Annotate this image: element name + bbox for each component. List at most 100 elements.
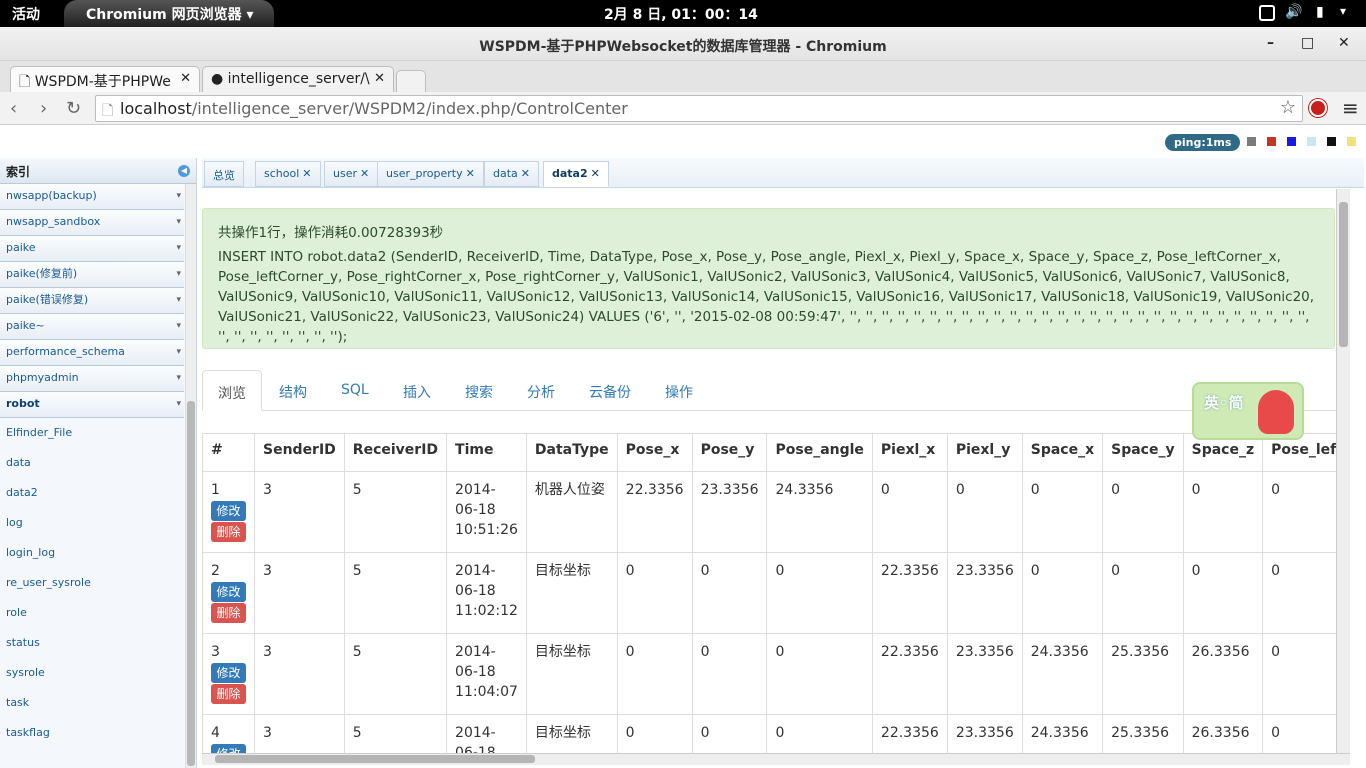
delete-row-button[interactable]: 删除 (211, 684, 246, 704)
theme-swatch[interactable] (1247, 137, 1256, 146)
expand-arrow-icon[interactable]: ▾ (176, 236, 181, 260)
column-header[interactable]: SenderID (254, 433, 345, 472)
sidebar-db-3[interactable]: paike(修复前) ▾ (0, 262, 184, 288)
clock[interactable]: 2月 8 日, 01：00：14 (604, 4, 758, 24)
edit-row-button[interactable]: 修改 (211, 744, 246, 753)
edit-row-button[interactable]: 修改 (211, 501, 246, 521)
maximize-button[interactable]: □ (1301, 35, 1314, 51)
column-header[interactable]: Pose_angle (766, 433, 873, 472)
collapse-icon[interactable]: ◀ (178, 165, 190, 177)
sidebar-table-9[interactable]: task (0, 690, 184, 720)
table-tab-0[interactable]: 总览 (204, 161, 244, 187)
content-tab-4[interactable]: 搜索 (450, 370, 508, 411)
vertical-scroll-thumb[interactable] (1339, 202, 1348, 347)
sidebar-table-5[interactable]: re_user_sysrole (0, 570, 184, 600)
close-tab-icon[interactable]: ✕ (521, 167, 530, 180)
sidebar-table-10[interactable]: taskflag (0, 720, 184, 750)
expand-arrow-icon[interactable]: ▾ (176, 366, 181, 390)
column-header[interactable]: Space_x (1021, 433, 1104, 472)
sidebar-db-4[interactable]: paike(错误修复) ▾ (0, 288, 184, 314)
sidebar-db-1[interactable]: nwsapp_sandbox ▾ (0, 210, 184, 236)
delete-row-button[interactable]: 删除 (211, 522, 246, 542)
expand-arrow-icon[interactable]: ▾ (176, 314, 181, 338)
sidebar-table-2[interactable]: data2 (0, 480, 184, 510)
browser-tab-active[interactable]: 🗋 WSPDM-基于PHPWe ✕ (10, 66, 200, 92)
content-tab-7[interactable]: 操作 (650, 370, 708, 411)
power-menu-icon[interactable]: ▾ (1340, 4, 1346, 18)
content-tab-1[interactable]: 结构 (264, 370, 322, 411)
column-header[interactable]: Piexl_x (871, 433, 948, 472)
expand-arrow-icon[interactable]: ▾ (176, 210, 181, 234)
close-tab-icon[interactable]: ✕ (466, 167, 475, 180)
sidebar-db-5[interactable]: paike~ ▾ (0, 314, 184, 340)
close-window-button[interactable]: ✕ (1338, 35, 1350, 51)
close-tab-icon[interactable]: ✕ (360, 167, 369, 180)
content-tab-0[interactable]: 浏览 (202, 370, 262, 411)
sidebar-db-0[interactable]: nwsapp(backup) ▾ (0, 184, 184, 210)
sidebar-table-0[interactable]: Elfinder_File (0, 420, 184, 450)
bookmark-star-icon[interactable]: ☆ (1280, 97, 1296, 118)
table-tab-5[interactable]: data2 ✕ (543, 161, 609, 187)
sidebar-table-8[interactable]: sysrole (0, 660, 184, 690)
theme-swatch[interactable] (1267, 137, 1276, 146)
extension-stop-icon[interactable] (1309, 99, 1327, 117)
sidebar-table-6[interactable]: role (0, 600, 184, 630)
column-header[interactable]: Pose_x (616, 433, 693, 472)
edit-row-button[interactable]: 修改 (211, 582, 246, 602)
close-tab-icon[interactable]: ✕ (374, 71, 385, 86)
sidebar-db-6[interactable]: performance_schema ▾ (0, 340, 184, 366)
table-tab-2[interactable]: user ✕ (324, 161, 379, 187)
table-tab-1[interactable]: school ✕ (255, 161, 321, 187)
column-header[interactable]: ReceiverID (343, 433, 448, 472)
expand-arrow-icon[interactable]: ▾ (176, 288, 181, 312)
window-icon[interactable] (1259, 5, 1275, 21)
column-header[interactable]: DataType (525, 433, 618, 472)
content-tab-2[interactable]: SQL (326, 370, 384, 411)
browser-tab[interactable]: ● intelligence_server/\ ✕ (202, 66, 394, 92)
expand-arrow-icon[interactable]: ▾ (176, 184, 181, 208)
address-bar[interactable]: 🗋 localhost/intelligence_server/WSPDM2/i… (95, 95, 1303, 122)
table-tab-4[interactable]: data ✕ (484, 161, 539, 187)
delete-row-button[interactable]: 删除 (211, 603, 246, 623)
chrome-menu-icon[interactable]: ≡ (1342, 96, 1359, 120)
sidebar-scroll-thumb[interactable] (187, 401, 195, 766)
back-icon[interactable]: ‹ (10, 98, 17, 119)
column-header[interactable]: Time (446, 433, 527, 472)
sidebar-db-8[interactable]: robot ▾ (0, 392, 184, 418)
table-tab-3[interactable]: user_property ✕ (377, 161, 484, 187)
battery-icon[interactable]: ▮ (1316, 4, 1324, 20)
theme-swatch[interactable] (1287, 137, 1296, 146)
sidebar-table-3[interactable]: log (0, 510, 184, 540)
horizontal-scroll-thumb[interactable] (215, 755, 535, 763)
column-header[interactable]: Space_y (1102, 433, 1184, 472)
content-tab-3[interactable]: 插入 (388, 370, 446, 411)
input-method-widget[interactable]: 英◦简 (1192, 382, 1304, 440)
theme-swatch[interactable] (1327, 137, 1336, 146)
column-header[interactable]: Piexl_y (946, 433, 1023, 472)
sidebar-table-1[interactable]: data (0, 450, 184, 480)
content-tab-5[interactable]: 分析 (512, 370, 570, 411)
expand-arrow-icon[interactable]: ▾ (176, 340, 181, 364)
expand-arrow-icon[interactable]: ▾ (176, 262, 181, 286)
app-menu[interactable]: Chromium 网页浏览器 ▾ (64, 0, 274, 27)
sidebar-db-7[interactable]: phpmyadmin ▾ (0, 366, 184, 392)
sidebar-table-7[interactable]: status (0, 630, 184, 660)
reload-icon[interactable]: ↻ (66, 98, 81, 119)
sidebar-db-2[interactable]: paike ▾ (0, 236, 184, 262)
minimize-button[interactable]: – (1267, 35, 1274, 51)
expand-arrow-icon[interactable]: ▾ (176, 392, 181, 416)
content-tab-6[interactable]: 云备份 (574, 370, 646, 411)
activities-button[interactable]: 活动 (12, 4, 40, 24)
close-tab-icon[interactable]: ✕ (302, 167, 311, 180)
close-tab-icon[interactable]: ✕ (180, 71, 191, 86)
edit-row-button[interactable]: 修改 (211, 663, 246, 683)
column-header[interactable]: # (202, 433, 255, 472)
volume-icon[interactable]: 🔊 (1285, 4, 1302, 20)
sidebar-table-4[interactable]: login_log (0, 540, 184, 570)
forward-icon[interactable]: › (40, 98, 47, 119)
theme-swatch[interactable] (1307, 137, 1316, 146)
close-tab-icon[interactable]: ✕ (591, 167, 600, 180)
column-header[interactable]: Pose_y (691, 433, 768, 472)
theme-swatch[interactable] (1347, 137, 1356, 146)
new-tab-button[interactable] (396, 70, 426, 92)
